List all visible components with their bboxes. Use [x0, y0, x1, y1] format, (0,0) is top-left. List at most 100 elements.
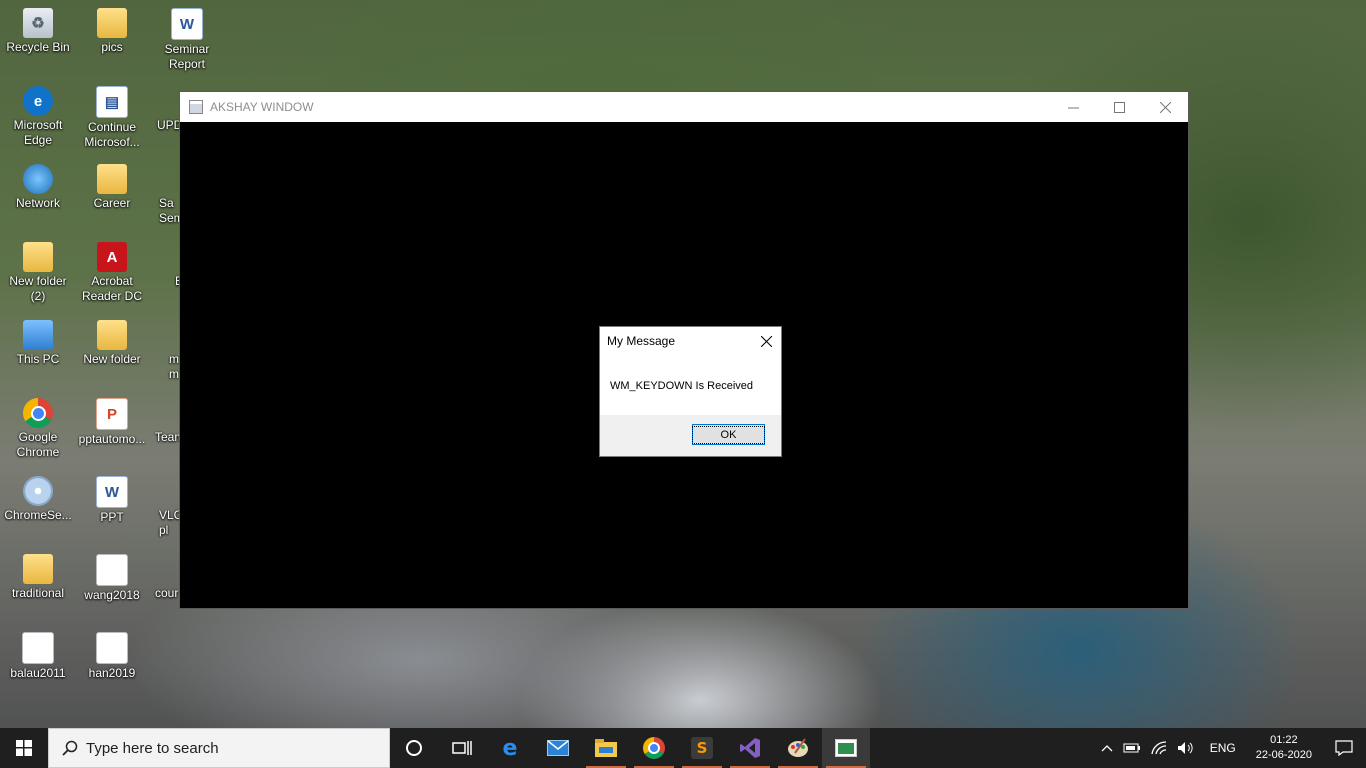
desktop-icon-this-pc[interactable]: This PC [0, 320, 76, 367]
task-view-button[interactable] [438, 728, 486, 768]
ok-button-label: OK [691, 425, 766, 444]
desktop-icon-balau2011[interactable]: balau2011 [0, 632, 76, 681]
recycle-bin-icon: ♻ [23, 8, 53, 38]
speaker-icon [1177, 742, 1193, 754]
cortana-circle-icon [406, 740, 422, 756]
maximize-icon [1113, 101, 1125, 113]
taskbar-sublime-text[interactable]: S [678, 728, 726, 768]
network-icon [23, 164, 53, 194]
task-view-icon [452, 741, 472, 755]
folder-icon [97, 320, 127, 350]
taskbar-chrome[interactable] [630, 728, 678, 768]
chrome-icon [23, 398, 53, 428]
file-explorer-icon [595, 739, 617, 757]
desktop-icon-acrobat-reader[interactable]: A Acrobat Reader DC [74, 242, 150, 304]
edge-icon: e [502, 735, 518, 761]
folder-icon [23, 554, 53, 584]
shortcut-icon: ▤ [96, 86, 128, 118]
desktop-icon-ppt[interactable]: W PPT [74, 476, 150, 525]
desktop-icon-han2019[interactable]: han2019 [74, 632, 150, 681]
window-controls [1050, 92, 1188, 122]
file-icon-label: E [149, 274, 179, 289]
edge-icon: e [23, 86, 53, 116]
windows-logo-icon [16, 740, 32, 756]
file-icon-label: Team [155, 430, 179, 444]
desktop-icon-wang2018[interactable]: wang2018 [74, 554, 150, 603]
file-icon-label: VLC pl [159, 508, 179, 537]
file-icon-label: Sa Sem [159, 196, 179, 225]
chevron-up-icon [1101, 745, 1113, 752]
ok-button[interactable]: OK [691, 424, 766, 445]
taskbar-akshay-window[interactable] [822, 728, 870, 768]
window-app-icon [189, 100, 203, 114]
message-box-body: WM_KEYDOWN Is Received [600, 355, 781, 415]
close-icon [760, 335, 772, 347]
taskbar-clock[interactable]: 01:22 22-06-2020 [1246, 733, 1322, 763]
clock-time: 01:22 [1270, 734, 1298, 746]
visual-studio-icon [740, 738, 760, 758]
word-document-icon: W [171, 8, 203, 40]
powerpoint-icon: P [96, 398, 128, 430]
desktop-icon-pics[interactable]: pics [74, 8, 150, 55]
taskbar-edge[interactable]: e [486, 728, 534, 768]
folder-icon [23, 242, 53, 272]
taskbar: Type here to search e S ENG 01:22 22-06-… [0, 728, 1366, 768]
mail-icon [547, 740, 569, 756]
desktop-icon-new-folder[interactable]: New folder [74, 320, 150, 367]
notification-icon [1335, 740, 1353, 756]
word-document-icon: W [96, 476, 128, 508]
desktop-icon-chromesetup[interactable]: ChromeSe... [0, 476, 76, 523]
window-titlebar[interactable]: AKSHAY WINDOW [180, 92, 1188, 122]
message-box-close-button[interactable] [751, 327, 781, 355]
sublime-text-icon: S [691, 737, 713, 759]
desktop-icon-vlc[interactable]: VLC pl [149, 476, 179, 538]
taskbar-file-explorer[interactable] [582, 728, 630, 768]
maximize-button[interactable] [1096, 92, 1142, 122]
file-icon [96, 632, 128, 664]
desktop-icon-pptautomo[interactable]: P pptautomo... [74, 398, 150, 447]
taskbar-mail[interactable] [534, 728, 582, 768]
input-language-button[interactable]: ENG [1200, 741, 1246, 755]
taskbar-paint[interactable] [774, 728, 822, 768]
desktop-icon-cour[interactable]: cour [149, 554, 179, 601]
desktop-icon-traditional[interactable]: traditional [0, 554, 76, 601]
show-hidden-icons-button[interactable] [1096, 744, 1118, 752]
desktop-icon-upd[interactable]: UPD [149, 86, 183, 133]
file-icon-label: UPD [157, 118, 183, 132]
file-icon [22, 632, 54, 664]
close-button[interactable] [1142, 92, 1188, 122]
file-icon [96, 554, 128, 586]
desktop-icon-new-folder-2[interactable]: New folder (2) [0, 242, 76, 304]
computer-icon [23, 320, 53, 350]
clock-date: 22-06-2020 [1255, 749, 1312, 761]
desktop-icon-continue-microsoft[interactable]: ▤ Continue Microsof... [74, 86, 150, 150]
volume-button[interactable] [1172, 741, 1200, 755]
acrobat-icon: A [97, 242, 127, 272]
desktop-icon-recycle-bin[interactable]: ♻ Recycle Bin [0, 8, 76, 55]
window-title: AKSHAY WINDOW [210, 100, 314, 114]
chrome-icon [643, 737, 665, 759]
taskbar-search-box[interactable]: Type here to search [48, 728, 390, 768]
battery-button[interactable] [1118, 742, 1146, 754]
taskbar-visual-studio[interactable] [726, 728, 774, 768]
desktop-icon-sa-sem[interactable]: Sa Sem [149, 164, 179, 226]
minimize-button[interactable] [1050, 92, 1096, 122]
cortana-button[interactable] [390, 728, 438, 768]
desktop-icon-google-chrome[interactable]: Google Chrome [0, 398, 76, 460]
disc-icon [23, 476, 53, 506]
desktop-icon-team[interactable]: Team [149, 398, 179, 445]
desktop-icon-seminar-report[interactable]: W Seminar Report [149, 8, 225, 72]
desktop-icon-career[interactable]: Career [74, 164, 150, 211]
action-center-button[interactable] [1322, 728, 1366, 768]
message-box-titlebar[interactable]: My Message [600, 327, 781, 355]
file-icon-label: m m [169, 352, 179, 381]
desktop-icon-microsoft-edge[interactable]: e Microsoft Edge [0, 86, 76, 148]
network-button[interactable] [1146, 741, 1172, 755]
desktop-icon-e[interactable]: E [149, 242, 179, 289]
start-button[interactable] [0, 728, 48, 768]
desktop-icon-m[interactable]: m m [149, 320, 179, 382]
battery-icon [1123, 743, 1140, 753]
message-box-dialog[interactable]: My Message WM_KEYDOWN Is Received OK [599, 326, 782, 457]
desktop-icon-network[interactable]: Network [0, 164, 76, 211]
search-icon [62, 740, 78, 756]
